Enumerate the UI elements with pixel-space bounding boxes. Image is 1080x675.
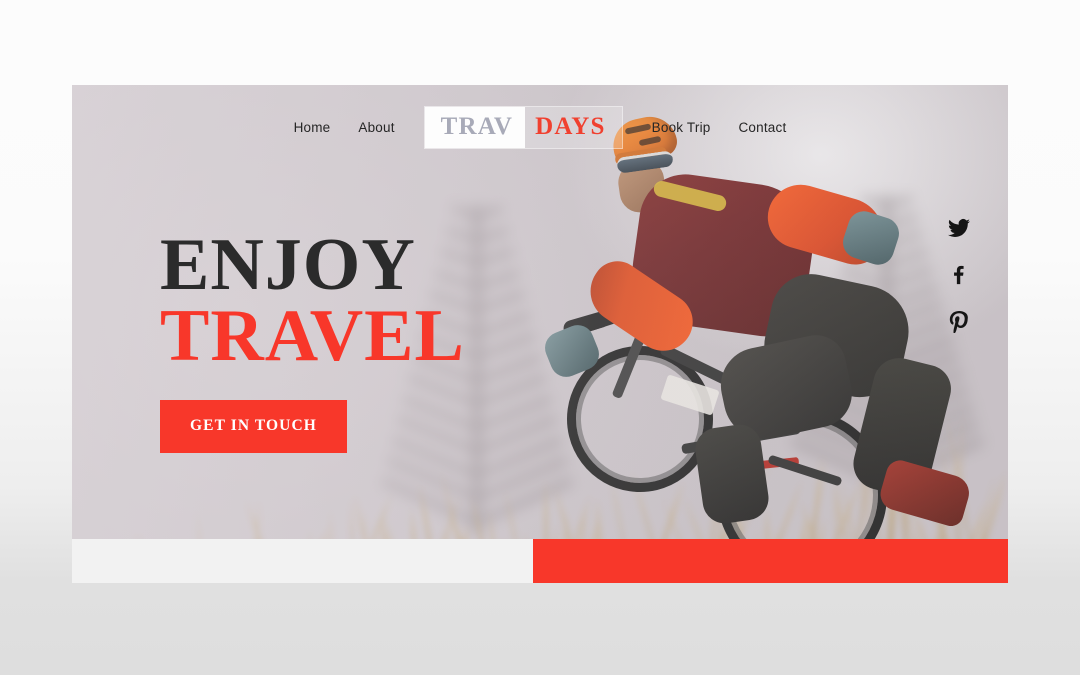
site-header: Home About TRAV DAYS Book Trip Contact	[72, 85, 1008, 169]
twitter-icon[interactable]	[948, 217, 970, 239]
nav-link-about[interactable]: About	[344, 120, 408, 135]
rider-left-shin	[693, 422, 772, 526]
hero-heading-line-1: ENJOY	[160, 231, 465, 300]
website-mockup-panel: Home About TRAV DAYS Book Trip Contact E…	[72, 85, 1008, 583]
nav-link-book-trip[interactable]: Book Trip	[638, 120, 725, 135]
brand-name-trav: TRAV	[441, 113, 513, 141]
footer-strip-row	[72, 539, 1008, 583]
social-links-rail	[948, 217, 970, 333]
hero-heading-line-2: TRAVEL	[160, 300, 465, 373]
nav-link-home[interactable]: Home	[280, 120, 345, 135]
hero-copy-block: ENJOY TRAVEL GET IN TOUCH	[160, 231, 465, 453]
footer-strip-accent	[533, 539, 1008, 583]
brand-logo-left-block: TRAV	[425, 107, 525, 148]
brand-logo-right-block: DAYS	[525, 107, 622, 148]
cyclist-illustration	[467, 110, 987, 540]
nav-link-contact[interactable]: Contact	[724, 120, 800, 135]
facebook-icon[interactable]	[948, 264, 970, 286]
main-navigation: Home About TRAV DAYS Book Trip Contact	[280, 107, 801, 148]
brand-logo[interactable]: TRAV DAYS	[425, 107, 622, 148]
pinterest-icon[interactable]	[948, 311, 970, 333]
brand-name-days: DAYS	[535, 113, 606, 141]
get-in-touch-button[interactable]: GET IN TOUCH	[160, 400, 347, 453]
footer-strip-light	[72, 539, 533, 583]
